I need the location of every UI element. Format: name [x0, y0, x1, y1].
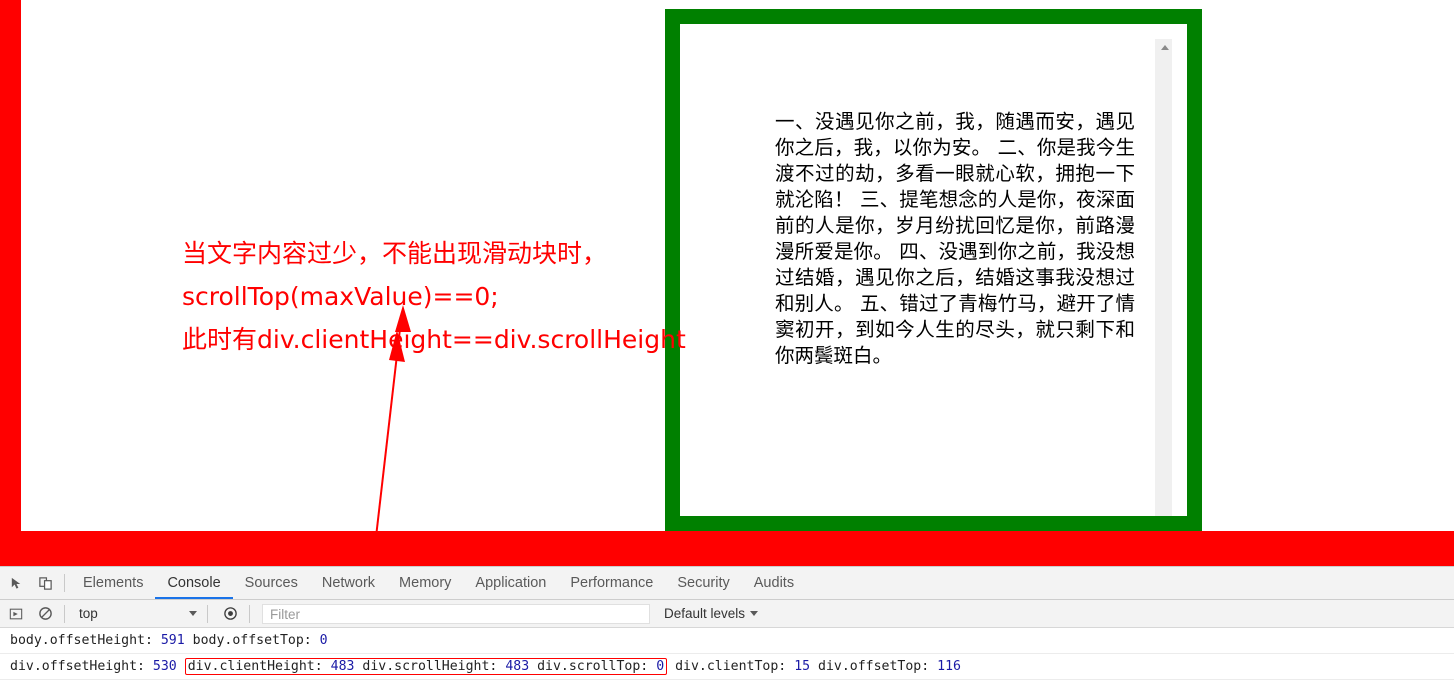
scrollable-div[interactable]: 一、没遇见你之前，我，随遇而安，遇见你之后，我，以你为安。 二、你是我今生渡不过… [665, 9, 1202, 531]
console-row-2-text: div.offsetHeight: 530 div.clientHeight: … [10, 658, 961, 675]
tab-application[interactable]: Application [463, 568, 558, 599]
scroll-text-body: 一、没遇见你之前，我，随遇而安，遇见你之后，我，以你为安。 二、你是我今生渡不过… [775, 110, 1135, 367]
scrollable-div-content[interactable]: 一、没遇见你之前，我，随遇而安，遇见你之后，我，以你为安。 二、你是我今生渡不过… [695, 39, 1187, 516]
console-number-value: 483 [505, 659, 530, 674]
filterbar-divider-3 [249, 604, 250, 623]
toolbar-divider [64, 574, 65, 592]
console-number-value: 591 [160, 633, 185, 648]
scrollbar-up-arrow-icon[interactable] [1156, 39, 1173, 56]
tab-memory[interactable]: Memory [387, 568, 463, 599]
console-number-value: 0 [319, 633, 328, 648]
console-row-1: body.offsetHeight: 591 body.offsetTop: 0 [0, 628, 1454, 654]
console-row-2: div.offsetHeight: 530 div.clientHeight: … [0, 654, 1454, 680]
console-text: div.offsetHeight: [10, 659, 153, 674]
console-context-value: top [79, 606, 98, 621]
vertical-scrollbar[interactable] [1155, 39, 1173, 516]
console-filter-input[interactable]: Filter [262, 603, 650, 624]
inspect-element-icon[interactable] [3, 570, 29, 596]
console-highlight-box: div.clientHeight: 483 div.scrollHeight: … [184, 658, 668, 675]
triangle-up-icon [1160, 45, 1169, 50]
console-filter-bar: top Filter Default levels [0, 600, 1454, 628]
console-text: div.scrollTop: [529, 659, 657, 674]
console-text: div.scrollHeight: [354, 659, 506, 674]
devtools-tabbar: Elements Console Sources Network Memory … [0, 567, 1454, 600]
filterbar-divider-2 [207, 604, 208, 623]
clear-console-icon[interactable] [32, 601, 58, 627]
console-text: body.offsetHeight: [10, 633, 161, 648]
tab-elements[interactable]: Elements [71, 568, 155, 599]
chevron-down-icon [189, 611, 197, 616]
console-number-value: 116 [937, 659, 961, 674]
console-log-levels-label: Default levels [664, 606, 746, 621]
console-text: div.clientTop: [667, 659, 795, 674]
tab-performance[interactable]: Performance [558, 568, 665, 599]
console-row-1-text: body.offsetHeight: 591 body.offsetTop: 0 [10, 633, 328, 648]
console-number-value: 15 [794, 659, 811, 674]
console-text: div.clientHeight: [187, 659, 331, 674]
console-number-value: 530 [152, 659, 177, 674]
page-body-background-left [0, 0, 21, 531]
browser-viewport: 一、没遇见你之前，我，随遇而安，遇见你之后，我，以你为安。 二、你是我今生渡不过… [0, 0, 1454, 566]
console-text: div.offsetTop: [810, 659, 938, 674]
device-toolbar-icon[interactable] [32, 570, 58, 596]
execute-arrow-icon[interactable] [3, 601, 29, 627]
tab-security[interactable]: Security [665, 568, 741, 599]
console-number-value: 483 [330, 659, 355, 674]
console-log-levels-selector[interactable]: Default levels [664, 606, 759, 621]
tab-audits[interactable]: Audits [742, 568, 806, 599]
console-text: body.offsetTop: [184, 633, 320, 648]
page-body-background-bottom [0, 531, 1454, 566]
chevron-down-icon-levels [750, 611, 759, 616]
live-expression-eye-icon[interactable] [217, 601, 243, 627]
console-number-value: 0 [656, 659, 665, 674]
tab-network[interactable]: Network [310, 568, 387, 599]
console-context-selector[interactable]: top [71, 603, 201, 624]
filterbar-divider-1 [64, 604, 65, 623]
tab-console[interactable]: Console [155, 568, 233, 599]
devtools-panel: Elements Console Sources Network Memory … [0, 566, 1454, 686]
tab-sources[interactable]: Sources [233, 568, 310, 599]
